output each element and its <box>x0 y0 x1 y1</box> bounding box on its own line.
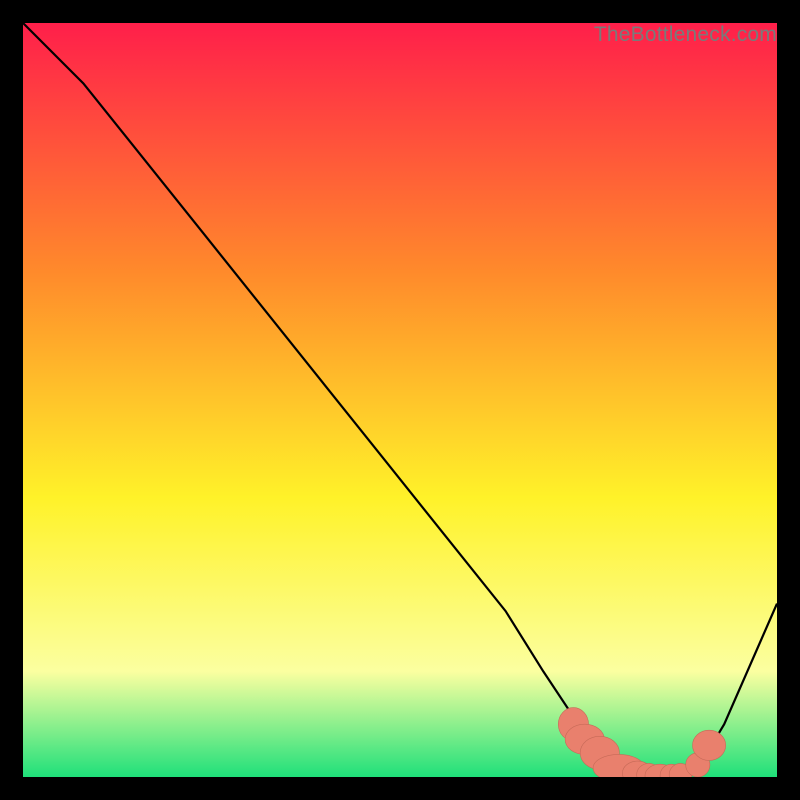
watermark-text: TheBottleneck.com <box>594 23 777 47</box>
chart-marker <box>693 730 726 760</box>
chart-frame: TheBottleneck.com <box>23 23 777 777</box>
chart-background-gradient <box>23 23 777 777</box>
chart-svg <box>23 23 777 777</box>
